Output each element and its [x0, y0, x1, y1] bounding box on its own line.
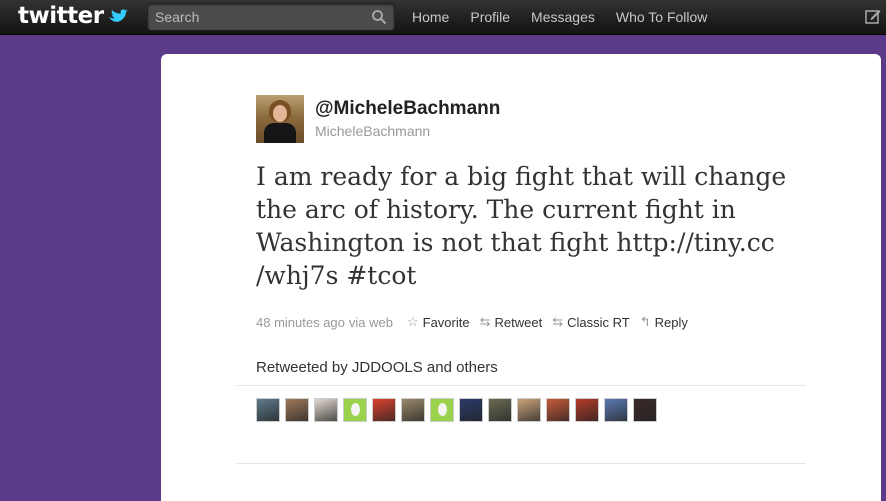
retweet-button[interactable]: ⇆ Retweet [480, 314, 543, 330]
nav-messages[interactable]: Messages [531, 0, 595, 34]
nav-profile[interactable]: Profile [470, 0, 510, 34]
retweeter-avatar-7-egg[interactable] [430, 398, 454, 422]
retweeter-avatar-10[interactable] [517, 398, 541, 422]
retweet-icon: ⇆ [479, 314, 491, 329]
classic-rt-icon: ⇆ [552, 314, 564, 329]
retweeter-avatar-14[interactable] [633, 398, 657, 422]
retweet-label: Retweet [494, 314, 543, 330]
search-icon[interactable] [371, 9, 387, 25]
reply-label: Reply [654, 314, 688, 330]
tweet-text: I am ready for a big fight that will cha… [256, 162, 787, 290]
search-box[interactable] [147, 3, 395, 31]
reply-icon: ↰ [639, 314, 651, 329]
retweeter-avatar-1[interactable] [256, 398, 280, 422]
nav-home[interactable]: Home [412, 0, 449, 34]
classic-rt-button[interactable]: ⇆ Classic RT [552, 314, 630, 330]
retweeter-avatar-5[interactable] [372, 398, 396, 422]
tweet-card: @MicheleBachmann MicheleBachmann I am re… [161, 54, 881, 501]
divider [236, 463, 806, 464]
retweeter-avatar-9[interactable] [488, 398, 512, 422]
retweeted-by[interactable]: Retweeted by JDDOOLS and others [256, 359, 498, 376]
profile-avatar[interactable] [256, 95, 304, 143]
tweet-timestamp[interactable]: 48 minutes ago [256, 315, 345, 330]
retweeter-avatar-3[interactable] [314, 398, 338, 422]
twitter-logo[interactable]: twitter [18, 3, 129, 29]
tweet-meta: 48 minutes ago via web ☆ Favorite ⇆ Retw… [256, 314, 688, 330]
retweeter-avatar-8[interactable] [459, 398, 483, 422]
compose-icon[interactable] [865, 8, 881, 24]
retweeter-avatar-2[interactable] [285, 398, 309, 422]
logo-text: twitter [18, 3, 104, 29]
search-input[interactable] [148, 4, 369, 30]
retweeter-avatar-6[interactable] [401, 398, 425, 422]
retweeter-avatars [256, 398, 662, 422]
bird-icon [108, 9, 128, 22]
reply-button[interactable]: ↰ Reply [640, 314, 688, 330]
divider [236, 385, 806, 386]
top-bar: twitter Home Profile Messages Who To Fol… [0, 0, 886, 35]
tweet-handle[interactable]: @MicheleBachmann [315, 98, 500, 120]
top-nav: Home Profile Messages Who To Follow [412, 0, 728, 34]
classic-rt-label: Classic RT [567, 314, 630, 330]
favorite-label: Favorite [422, 314, 470, 330]
nav-who-to-follow[interactable]: Who To Follow [616, 0, 708, 34]
tweet-screen-name: MicheleBachmann [315, 123, 431, 139]
retweeter-avatar-12[interactable] [575, 398, 599, 422]
retweeter-avatar-11[interactable] [546, 398, 570, 422]
retweeter-avatar-4-egg[interactable] [343, 398, 367, 422]
retweeter-avatar-13[interactable] [604, 398, 628, 422]
star-icon: ☆ [406, 314, 419, 329]
tweet-source: via web [348, 314, 393, 330]
favorite-button[interactable]: ☆ Favorite [407, 314, 470, 330]
